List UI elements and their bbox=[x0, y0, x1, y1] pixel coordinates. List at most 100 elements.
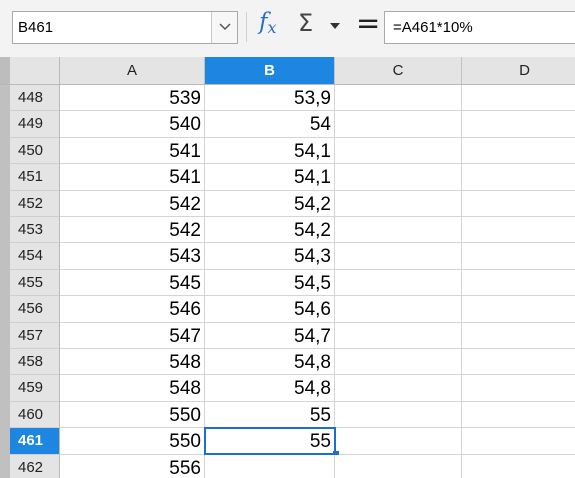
cell-b[interactable]: 54 bbox=[205, 111, 335, 138]
select-all-corner[interactable] bbox=[0, 57, 60, 84]
cell-d[interactable] bbox=[462, 269, 575, 297]
name-box-dropdown-button[interactable] bbox=[211, 12, 237, 43]
formula-input-value[interactable]: =A461*10% bbox=[393, 19, 473, 36]
table-row: 461 550 55 bbox=[10, 428, 575, 455]
cell-c[interactable] bbox=[335, 269, 462, 297]
cell-b[interactable]: 54,1 bbox=[205, 137, 335, 165]
cell-c[interactable] bbox=[335, 401, 462, 429]
cell-c[interactable] bbox=[335, 190, 462, 217]
cell-a[interactable]: 541 bbox=[60, 164, 205, 191]
cell-d[interactable] bbox=[462, 454, 575, 478]
cell-a[interactable]: 550 bbox=[60, 428, 205, 455]
name-box[interactable]: B461 bbox=[12, 11, 238, 44]
cell-c[interactable] bbox=[335, 164, 462, 191]
cell-d[interactable] bbox=[462, 349, 575, 376]
cell-c[interactable] bbox=[335, 137, 462, 165]
row-header[interactable]: 455 bbox=[10, 269, 60, 297]
cell-c[interactable] bbox=[335, 375, 462, 402]
cell-b[interactable]: 54,2 bbox=[205, 190, 335, 217]
cell-c[interactable] bbox=[335, 111, 462, 138]
cell-b[interactable]: 54,7 bbox=[205, 322, 335, 349]
cell-b[interactable]: 54,8 bbox=[205, 375, 335, 402]
cell-a[interactable]: 540 bbox=[60, 111, 205, 138]
cell-a[interactable]: 550 bbox=[60, 401, 205, 429]
cell-b[interactable]: 55 bbox=[205, 401, 335, 429]
cell-c[interactable] bbox=[335, 322, 462, 349]
table-row: 458 548 54,8 bbox=[10, 349, 575, 376]
cell-d[interactable] bbox=[462, 401, 575, 429]
cell-a[interactable]: 542 bbox=[60, 190, 205, 217]
row-header-strip bbox=[0, 85, 10, 478]
column-header-d[interactable]: D bbox=[462, 57, 575, 84]
row-header[interactable]: 449 bbox=[10, 111, 60, 138]
cell-b[interactable]: 54,2 bbox=[205, 217, 335, 244]
row-header[interactable]: 456 bbox=[10, 296, 60, 323]
row-header[interactable]: 448 bbox=[10, 85, 60, 112]
cell-a[interactable]: 539 bbox=[60, 85, 205, 112]
cell-d[interactable] bbox=[462, 428, 575, 455]
cell-d[interactable] bbox=[462, 322, 575, 349]
cell-d[interactable] bbox=[462, 217, 575, 244]
cell-d[interactable] bbox=[462, 375, 575, 402]
row-header[interactable]: 451 bbox=[10, 164, 60, 191]
row-header[interactable]: 461 bbox=[10, 428, 60, 455]
cell-b[interactable]: 55 bbox=[205, 428, 335, 455]
cell-d[interactable] bbox=[462, 243, 575, 270]
column-header-c[interactable]: C bbox=[335, 57, 462, 84]
cell-d[interactable] bbox=[462, 111, 575, 138]
cell-d[interactable] bbox=[462, 190, 575, 217]
cell-b[interactable] bbox=[205, 454, 335, 478]
cell-c[interactable] bbox=[335, 428, 462, 455]
row-header[interactable]: 453 bbox=[10, 217, 60, 244]
cell-d[interactable] bbox=[462, 85, 575, 112]
cell-c[interactable] bbox=[335, 85, 462, 112]
row-header[interactable]: 460 bbox=[10, 401, 60, 429]
row-header[interactable]: 457 bbox=[10, 322, 60, 349]
row-header[interactable]: 450 bbox=[10, 137, 60, 165]
row-header[interactable]: 459 bbox=[10, 375, 60, 402]
cell-b[interactable]: 54,8 bbox=[205, 349, 335, 376]
cell-b[interactable]: 54,3 bbox=[205, 243, 335, 270]
row-header[interactable]: 454 bbox=[10, 243, 60, 270]
cell-a[interactable]: 548 bbox=[60, 349, 205, 376]
sum-icon[interactable]: Σ bbox=[298, 9, 313, 37]
cell-a[interactable]: 548 bbox=[60, 375, 205, 402]
function-wizard-icon[interactable]: fx bbox=[259, 9, 277, 37]
table-row: 456 546 54,6 bbox=[10, 296, 575, 323]
cell-c[interactable] bbox=[335, 454, 462, 478]
toolbar-separator bbox=[246, 12, 247, 42]
corner-strip bbox=[0, 57, 10, 84]
cell-b[interactable]: 54,6 bbox=[205, 296, 335, 323]
table-row: 453 542 54,2 bbox=[10, 217, 575, 244]
cell-c[interactable] bbox=[335, 349, 462, 376]
column-header-a[interactable]: A bbox=[60, 57, 205, 84]
row-header[interactable]: 462 bbox=[10, 454, 60, 478]
cell-d[interactable] bbox=[462, 296, 575, 323]
cell-a[interactable]: 541 bbox=[60, 137, 205, 165]
column-header-b[interactable]: B bbox=[205, 57, 335, 84]
cell-a[interactable]: 543 bbox=[60, 243, 205, 270]
row-header[interactable]: 452 bbox=[10, 190, 60, 217]
cell-b[interactable]: 54,5 bbox=[205, 269, 335, 297]
formula-bar: B461 fx Σ = =A461*10% bbox=[0, 0, 575, 57]
cell-d[interactable] bbox=[462, 164, 575, 191]
cell-b[interactable]: 54,1 bbox=[205, 164, 335, 191]
formula-icon[interactable]: = bbox=[356, 6, 380, 40]
cell-a[interactable]: 546 bbox=[60, 296, 205, 323]
cell-b[interactable]: 53,9 bbox=[205, 85, 335, 112]
cell-a[interactable]: 542 bbox=[60, 217, 205, 244]
cell-a[interactable]: 547 bbox=[60, 322, 205, 349]
name-box-value[interactable]: B461 bbox=[18, 19, 53, 36]
table-row: 449 540 54 bbox=[10, 111, 575, 138]
cell-a[interactable]: 556 bbox=[60, 454, 205, 478]
row-header[interactable]: 458 bbox=[10, 349, 60, 376]
sum-dropdown-icon[interactable] bbox=[330, 23, 340, 29]
cell-c[interactable] bbox=[335, 296, 462, 323]
table-row: 452 542 54,2 bbox=[10, 190, 575, 217]
chevron-down-icon bbox=[219, 23, 231, 31]
cell-d[interactable] bbox=[462, 137, 575, 165]
cell-c[interactable] bbox=[335, 243, 462, 270]
cell-c[interactable] bbox=[335, 217, 462, 244]
cell-a[interactable]: 545 bbox=[60, 269, 205, 297]
formula-input[interactable]: =A461*10% bbox=[384, 11, 575, 44]
